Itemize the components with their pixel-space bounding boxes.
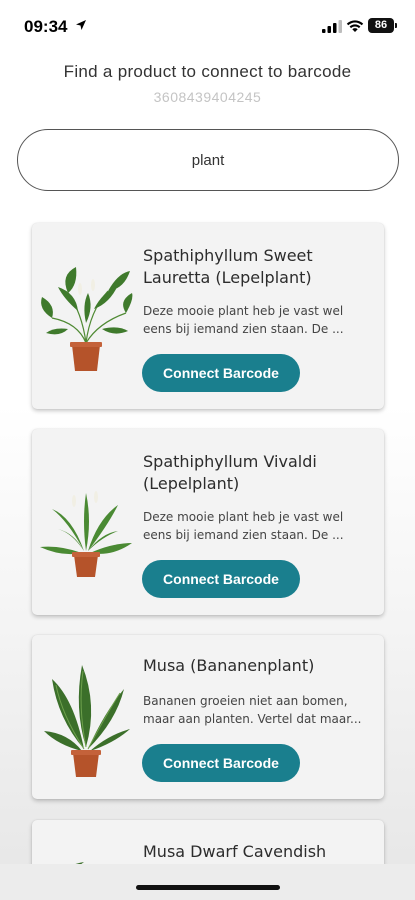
page-title: Find a product to connect to barcode	[63, 62, 352, 81]
product-description: Bananen groeien niet aan bomen, maar aan…	[143, 694, 362, 726]
connect-barcode-button[interactable]: Connect Barcode	[142, 744, 300, 782]
product-image	[41, 267, 133, 371]
product-card: Musa (Bananenplant) Bananen groeien niet…	[32, 635, 384, 799]
product-card: Spathiphyllum Vivaldi (Lepelplant) Deze …	[32, 429, 384, 615]
product-description: Deze mooie plant heb je vast wel eens bi…	[143, 510, 344, 542]
search-input-value: plant	[191, 151, 225, 169]
product-title: Spathiphyllum Vivaldi (Lepelplant)	[143, 452, 317, 493]
status-time: 09:34	[24, 17, 68, 36]
search-input[interactable]: plant	[17, 129, 399, 191]
cellular-signal-icon	[322, 20, 342, 33]
product-image	[40, 491, 132, 577]
product-title: Musa (Bananenplant)	[143, 656, 315, 675]
product-image	[44, 665, 130, 777]
wifi-icon	[346, 20, 364, 32]
connect-barcode-button[interactable]: Connect Barcode	[142, 354, 300, 392]
product-card: Spathiphyllum Sweet Lauretta (Lepelplant…	[32, 223, 384, 409]
product-title: Spathiphyllum Sweet Lauretta (Lepelplant…	[143, 246, 313, 287]
home-indicator[interactable]	[136, 885, 280, 890]
product-description: Deze mooie plant heb je vast wel eens bi…	[143, 304, 344, 336]
connect-barcode-button[interactable]: Connect Barcode	[142, 560, 300, 598]
bottom-safe-area	[0, 864, 415, 900]
barcode-number: 3608439404245	[153, 89, 262, 105]
product-title: Musa Dwarf Cavendish	[143, 842, 327, 861]
battery-indicator: 86	[368, 18, 397, 33]
location-arrow-icon	[76, 20, 86, 30]
status-bar: 09:34 86	[0, 0, 415, 52]
